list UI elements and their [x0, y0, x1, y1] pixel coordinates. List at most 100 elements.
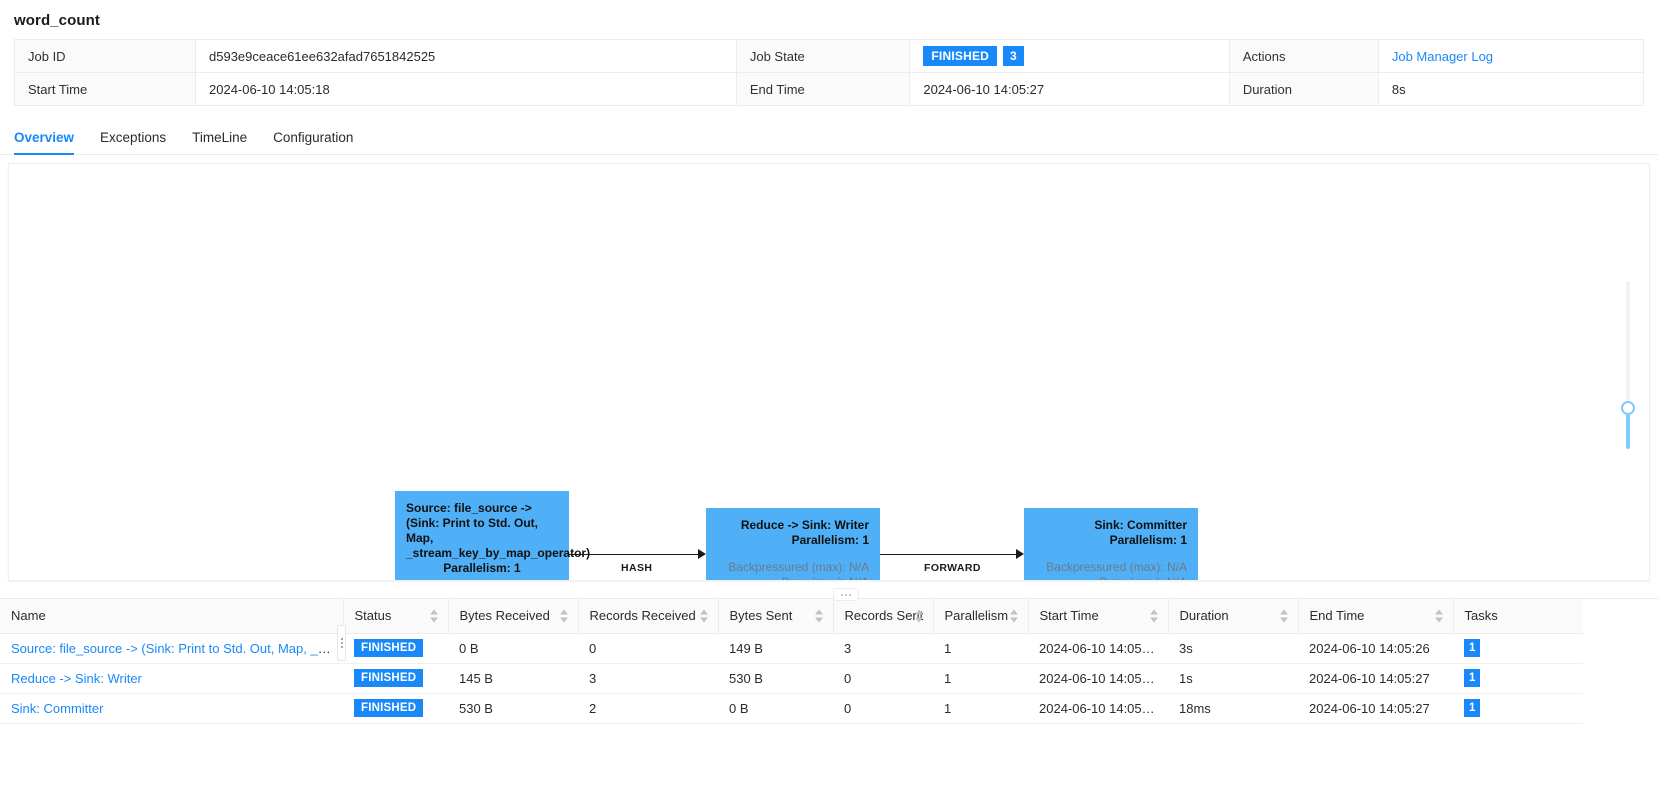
vertex-name-link[interactable]: Reduce -> Sink: Writer — [11, 671, 142, 686]
cell-records-received: 2 — [578, 693, 718, 724]
column-header-records-received[interactable]: Records Received — [578, 599, 719, 634]
graph-zoom-slider-thumb[interactable] — [1621, 401, 1635, 415]
cell-bytes-sent: 149 B — [718, 633, 833, 664]
cell-status: FINISHED — [343, 693, 448, 724]
column-header-bytes-sent[interactable]: Bytes Sent — [718, 599, 834, 634]
graph-node-sink-committer[interactable]: Sink: Committer Parallelism: 1 Backpress… — [1024, 508, 1198, 580]
tab-exceptions[interactable]: Exceptions — [87, 130, 179, 154]
cell-status: FINISHED — [343, 663, 448, 694]
sort-icon[interactable] — [1434, 608, 1444, 623]
end-time-label: End Time — [735, 72, 911, 106]
graph-node-reduce-writer[interactable]: Reduce -> Sink: Writer Parallelism: 1 Ba… — [706, 508, 880, 580]
table-row[interactable]: Reduce -> Sink: Writer FINISHED 145 B 3 … — [0, 663, 1583, 694]
graph-edge-forward-line — [880, 554, 1016, 555]
actions-value: Job Manager Log — [1377, 39, 1645, 73]
cell-name: Source: file_source -> (Sink: Print to S… — [0, 633, 343, 664]
status-badge: FINISHED — [354, 699, 424, 717]
start-time-value: 2024-06-10 14:05:18 — [195, 72, 737, 106]
job-graph-panel[interactable]: Source: file_source -> (Sink: Print to S… — [8, 163, 1650, 581]
cell-duration: 18ms — [1168, 693, 1298, 724]
cell-tasks: 1 — [1453, 633, 1583, 664]
summary-row-2: Start Time 2024-06-10 14:05:18 End Time … — [14, 72, 1645, 106]
graph-node-metrics: Backpressured (max): N/A Busy (max): N/A — [1035, 560, 1187, 580]
column-header-end-time[interactable]: End Time — [1298, 599, 1454, 634]
cell-parallelism: 1 — [933, 693, 1028, 724]
job-state-label: Job State — [735, 39, 911, 73]
job-id-value: d593e9ceace61ee632afad7651842525 — [195, 39, 737, 73]
cell-start-time: 2024-06-10 14:05:26 — [1028, 663, 1168, 694]
graph-node-busy: Busy (max): N/A — [1035, 575, 1187, 580]
tab-configuration[interactable]: Configuration — [260, 130, 366, 154]
cell-name: Sink: Committer — [0, 693, 343, 724]
panel-splitter-handle[interactable] — [833, 588, 859, 601]
grip-dot-icon — [340, 638, 343, 640]
splitter-dot-icon — [845, 593, 847, 596]
vertices-table-container: Name Status Bytes Received Records Recei… — [0, 588, 1658, 724]
grip-dot-icon — [340, 642, 343, 644]
cell-end-time: 2024-06-10 14:05:27 — [1298, 663, 1453, 694]
vertices-table: Name Status Bytes Received Records Recei… — [0, 599, 1583, 724]
cell-bytes-received: 145 B — [448, 663, 578, 694]
cell-bytes-sent: 0 B — [718, 693, 833, 724]
graph-node-parallelism: Parallelism: 1 — [1109, 533, 1187, 547]
job-id-label: Job ID — [14, 39, 196, 73]
tab-overview[interactable]: Overview — [14, 130, 87, 155]
graph-node-source[interactable]: Source: file_source -> (Sink: Print to S… — [395, 491, 591, 580]
cell-tasks: 1 — [1453, 663, 1583, 694]
column-header-name[interactable]: Name — [0, 599, 344, 634]
status-badge: FINISHED — [923, 46, 998, 66]
graph-node-backpressured: Backpressured (max): N/A — [1046, 560, 1187, 574]
vertex-name-link[interactable]: Source: file_source -> (Sink: Print to S… — [11, 641, 343, 656]
column-header-label: Bytes Sent — [729, 608, 793, 624]
column-header-label: Records Sent — [844, 608, 924, 624]
graph-node-busy: Busy (max): N/A — [717, 575, 869, 580]
cell-parallelism: 1 — [933, 633, 1028, 664]
sort-icon[interactable] — [559, 608, 569, 623]
column-header-start-time[interactable]: Start Time — [1028, 599, 1169, 634]
splitter-dot-icon — [841, 593, 843, 596]
cell-duration: 3s — [1168, 633, 1298, 664]
sort-icon[interactable] — [1279, 608, 1289, 623]
column-header-label: Tasks — [1464, 608, 1498, 624]
column-header-bytes-received[interactable]: Bytes Received — [448, 599, 579, 634]
graph-node-parallelism: Parallelism: 1 — [443, 561, 521, 575]
graph-edge-hash-line — [569, 554, 698, 555]
cell-start-time: 2024-06-10 14:05:22 — [1028, 633, 1168, 664]
status-badge: FINISHED — [354, 639, 424, 657]
column-resize-handle[interactable] — [337, 625, 346, 661]
sort-icon[interactable] — [814, 608, 824, 623]
sort-icon[interactable] — [1149, 608, 1159, 623]
column-header-label: Start Time — [1039, 608, 1099, 624]
vertices-table-header-row: Name Status Bytes Received Records Recei… — [0, 599, 1583, 634]
tab-timeline[interactable]: TimeLine — [179, 130, 260, 154]
column-header-duration[interactable]: Duration — [1168, 599, 1299, 634]
column-header-status[interactable]: Status — [343, 599, 449, 634]
cell-end-time: 2024-06-10 14:05:27 — [1298, 693, 1453, 724]
sort-icon[interactable] — [914, 608, 924, 623]
column-header-tasks[interactable]: Tasks — [1453, 599, 1583, 634]
job-summary-table: Job ID d593e9ceace61ee632afad7651842525 … — [14, 39, 1645, 106]
vertex-name-link[interactable]: Sink: Committer — [11, 701, 103, 716]
job-manager-log-link[interactable]: Job Manager Log — [1392, 49, 1493, 64]
graph-node-title: Source: file_source -> (Sink: Print to S… — [406, 501, 591, 560]
sort-icon[interactable] — [1009, 608, 1019, 623]
table-row[interactable]: Source: file_source -> (Sink: Print to S… — [0, 633, 1583, 664]
column-header-parallelism[interactable]: Parallelism — [933, 599, 1029, 634]
column-header-label: End Time — [1309, 608, 1365, 624]
column-header-records-sent[interactable]: Records Sent — [833, 599, 934, 634]
cell-tasks: 1 — [1453, 693, 1583, 724]
summary-row-1: Job ID d593e9ceace61ee632afad7651842525 … — [14, 39, 1645, 73]
duration-label: Duration — [1228, 72, 1379, 106]
sort-icon[interactable] — [699, 608, 709, 623]
graph-edge-forward-label: FORWARD — [924, 562, 981, 574]
table-row[interactable]: Sink: Committer FINISHED 530 B 2 0 B 0 1… — [0, 693, 1583, 724]
graph-node-metrics: Backpressured (max): N/A Busy (max): N/A — [717, 560, 869, 580]
job-detail-tabs: Overview Exceptions TimeLine Configurati… — [0, 120, 1658, 155]
page-title: word_count — [14, 12, 100, 29]
cell-status: FINISHED — [343, 633, 448, 664]
graph-zoom-slider[interactable] — [1621, 281, 1635, 449]
cell-end-time: 2024-06-10 14:05:26 — [1298, 633, 1453, 664]
page-footer — [0, 723, 1658, 744]
graph-edge-hash-arrow-icon — [698, 549, 706, 559]
sort-icon[interactable] — [429, 608, 439, 623]
